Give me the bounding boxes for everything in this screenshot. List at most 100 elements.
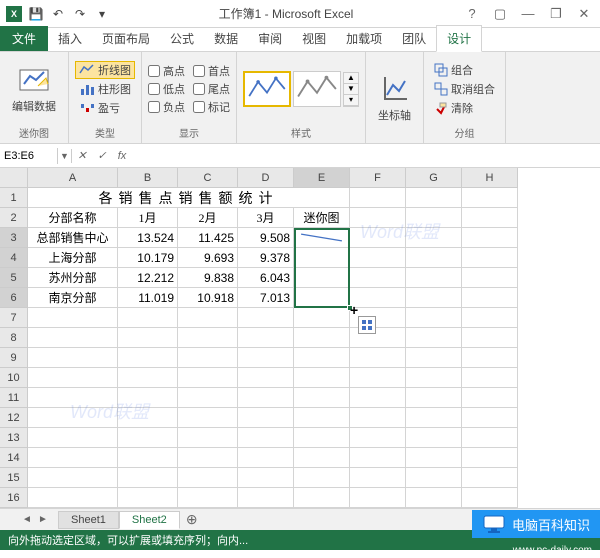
cell[interactable]: [462, 368, 518, 388]
tab-review[interactable]: 审阅: [248, 26, 292, 51]
close-button[interactable]: ✕: [572, 4, 596, 24]
cell[interactable]: [350, 408, 406, 428]
cell[interactable]: [118, 448, 178, 468]
cell[interactable]: [178, 428, 238, 448]
style-preview-2[interactable]: [293, 71, 341, 107]
redo-button[interactable]: ↷: [70, 4, 90, 24]
cell[interactable]: [406, 488, 462, 508]
sheet-tab-1[interactable]: Sheet1: [58, 511, 119, 529]
cell[interactable]: [294, 488, 350, 508]
cell[interactable]: [28, 348, 118, 368]
cell[interactable]: [28, 368, 118, 388]
cell[interactable]: [462, 288, 518, 308]
cell[interactable]: [406, 288, 462, 308]
cell[interactable]: [350, 288, 406, 308]
col-header-H[interactable]: H: [462, 168, 518, 188]
row-header-5[interactable]: 5: [0, 268, 28, 288]
cell[interactable]: [178, 368, 238, 388]
tab-addins[interactable]: 加载项: [336, 26, 392, 51]
row-header-14[interactable]: 14: [0, 448, 28, 468]
ribbon-display-button[interactable]: ▢: [488, 4, 512, 24]
cell[interactable]: [178, 448, 238, 468]
cell[interactable]: [462, 428, 518, 448]
cell[interactable]: [294, 348, 350, 368]
cell[interactable]: [118, 388, 178, 408]
cell[interactable]: [350, 208, 406, 228]
row-header-9[interactable]: 9: [0, 348, 28, 368]
cell[interactable]: [294, 268, 350, 288]
name-box[interactable]: E3:E6: [0, 148, 58, 164]
type-column[interactable]: 柱形图: [75, 80, 135, 98]
row-header-1[interactable]: 1: [0, 188, 28, 208]
cb-last-point[interactable]: 尾点: [193, 81, 230, 97]
save-button[interactable]: 💾: [26, 4, 46, 24]
cell[interactable]: [350, 388, 406, 408]
cancel-formula-button[interactable]: ✕: [72, 149, 92, 162]
style-preview-1[interactable]: [243, 71, 291, 107]
cell[interactable]: [406, 328, 462, 348]
sheet-tab-2[interactable]: Sheet2: [119, 511, 180, 529]
cell[interactable]: [406, 368, 462, 388]
cell[interactable]: [462, 268, 518, 288]
cell[interactable]: 3月: [238, 208, 294, 228]
row-header-8[interactable]: 8: [0, 328, 28, 348]
cell[interactable]: [238, 328, 294, 348]
cell[interactable]: [118, 308, 178, 328]
cell[interactable]: [178, 328, 238, 348]
cell[interactable]: [238, 408, 294, 428]
cell[interactable]: [238, 488, 294, 508]
formula-input[interactable]: [132, 154, 600, 158]
cell[interactable]: 2月: [178, 208, 238, 228]
type-line[interactable]: 折线图: [75, 61, 135, 79]
cell[interactable]: 7.013: [238, 288, 294, 308]
cb-negative-point[interactable]: 负点: [148, 99, 185, 115]
cell[interactable]: [118, 488, 178, 508]
col-header-D[interactable]: D: [238, 168, 294, 188]
col-header-B[interactable]: B: [118, 168, 178, 188]
cell[interactable]: [294, 288, 350, 308]
cell[interactable]: [462, 448, 518, 468]
cell[interactable]: [350, 228, 406, 248]
cell[interactable]: [178, 388, 238, 408]
cell[interactable]: [350, 448, 406, 468]
type-winloss[interactable]: 盈亏: [75, 99, 135, 117]
tab-data[interactable]: 数据: [204, 26, 248, 51]
cell[interactable]: [406, 468, 462, 488]
cell[interactable]: [462, 228, 518, 248]
cell[interactable]: [118, 428, 178, 448]
excel-app-icon[interactable]: X: [4, 4, 24, 24]
cell[interactable]: [462, 208, 518, 228]
row-header-15[interactable]: 15: [0, 468, 28, 488]
cell[interactable]: [462, 308, 518, 328]
cell[interactable]: 南京分部: [28, 288, 118, 308]
cb-markers[interactable]: 标记: [193, 99, 230, 115]
col-header-A[interactable]: A: [28, 168, 118, 188]
cell[interactable]: 13.524: [118, 228, 178, 248]
col-header-E[interactable]: E: [294, 168, 350, 188]
cell[interactable]: [238, 448, 294, 468]
cell[interactable]: 9.378: [238, 248, 294, 268]
cell[interactable]: [462, 248, 518, 268]
tab-insert[interactable]: 插入: [48, 26, 92, 51]
cell[interactable]: [350, 348, 406, 368]
cell[interactable]: [350, 488, 406, 508]
help-button[interactable]: ?: [460, 4, 484, 24]
restore-button[interactable]: ❐: [544, 4, 568, 24]
cell[interactable]: 苏州分部: [28, 268, 118, 288]
cell[interactable]: [178, 408, 238, 428]
cb-first-point[interactable]: 首点: [193, 63, 230, 79]
cb-low-point[interactable]: 低点: [148, 81, 185, 97]
cell[interactable]: [294, 388, 350, 408]
cell[interactable]: [238, 428, 294, 448]
fx-button[interactable]: fx: [112, 150, 132, 162]
cell[interactable]: [28, 328, 118, 348]
undo-button[interactable]: ↶: [48, 4, 68, 24]
tab-design[interactable]: 设计: [436, 25, 482, 52]
row-header-16[interactable]: 16: [0, 488, 28, 508]
cell[interactable]: [406, 448, 462, 468]
group-button[interactable]: 组合: [430, 61, 499, 79]
cell[interactable]: [462, 328, 518, 348]
gallery-more[interactable]: ▾: [344, 95, 358, 106]
cell[interactable]: [462, 188, 518, 208]
cell[interactable]: [406, 248, 462, 268]
